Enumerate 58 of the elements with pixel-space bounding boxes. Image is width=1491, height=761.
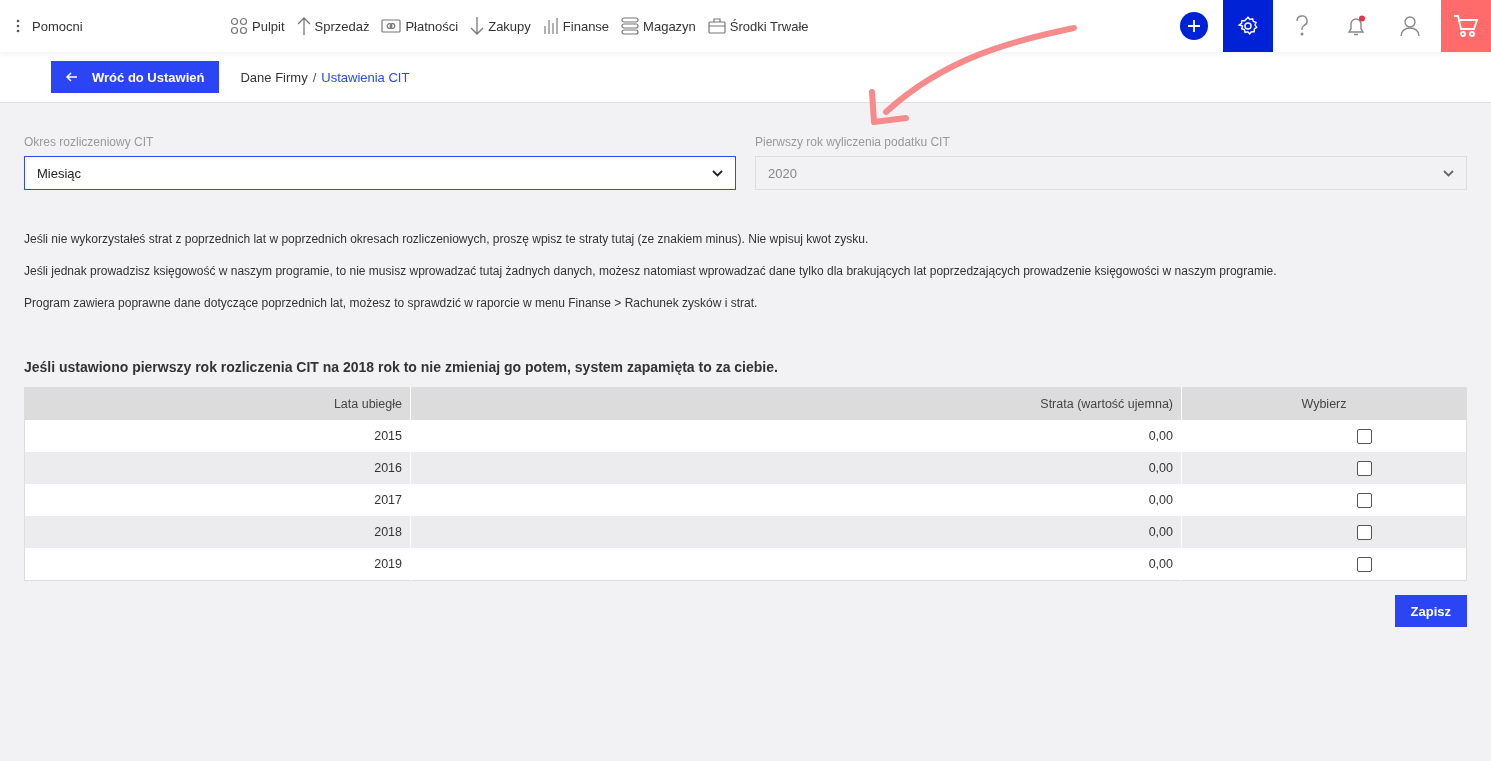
checkbox[interactable] — [1356, 524, 1372, 540]
plus-icon — [1187, 19, 1201, 33]
nav-item[interactable]: Płatności — [381, 18, 459, 34]
info-paragraph: Program zawiera poprawne dane dotyczące poprzednich lat, możesz to sprawdzić w raporcie w menu Finanse > Rachunek zysków i strat. — [24, 295, 759, 311]
nav-item[interactable]: Sprzedaż — [296, 16, 370, 36]
back-button[interactable]: Wróć do Ustawień — [51, 61, 220, 93]
table-cell: 2015 — [24, 420, 411, 452]
field-label: Okres rozliczeniowy CIT — [24, 135, 155, 149]
table-cell: 0,00 — [410, 548, 1182, 581]
arrow-left-icon — [66, 72, 78, 82]
table-heading: Jeśli ustawiono pierwszy rok rozliczenia CIT na 2018 rok to nie zmieniaj go potem, system zapamięta to za ciebie. — [24, 359, 779, 375]
help-icon — [1295, 15, 1309, 37]
menu-icon[interactable] — [16, 19, 20, 33]
arrow-up-icon — [296, 16, 311, 36]
column-header: Lata ubiegłe — [24, 387, 411, 420]
column-header: Strata (wartość ujemna) — [410, 387, 1182, 420]
settings-icon — [1237, 15, 1259, 37]
banknote-icon — [381, 19, 402, 33]
save-button[interactable]: Zapisz — [1394, 595, 1467, 627]
breadcrumb-link[interactable]: Ustawienia CIT — [321, 69, 410, 85]
user-icon — [1400, 16, 1420, 36]
chevron-down-icon — [1443, 169, 1454, 177]
chevron-down-icon — [712, 169, 723, 177]
table-cell: 0,00 — [410, 484, 1182, 516]
settings-button[interactable] — [1223, 0, 1273, 52]
table-cell: 2019 — [24, 548, 411, 581]
table-cell: 0,00 — [410, 452, 1182, 484]
field-label: Pierwszy rok wyliczenia podatku CIT — [755, 135, 951, 149]
checkbox[interactable] — [1356, 492, 1372, 508]
bar-chart-icon — [542, 17, 559, 35]
bell-icon — [1345, 15, 1367, 37]
cart-button[interactable] — [1441, 0, 1491, 52]
stack-icon — [621, 17, 640, 35]
add-button[interactable] — [1180, 12, 1208, 40]
arrow-down-icon — [470, 16, 485, 36]
table-cell: 0,00 — [410, 420, 1182, 452]
nav-item[interactable]: Finanse — [542, 17, 610, 35]
nav-item[interactable]: Zakupy — [470, 16, 531, 36]
column-header: Wybierz — [1181, 387, 1467, 420]
table-cell: 0,00 — [410, 516, 1182, 548]
nav-item[interactable]: Magazyn — [621, 17, 696, 35]
info-paragraph: Jeśli nie wykorzystałeś strat z poprzednich lat w poprzednich okresach rozliczeniowych, proszę wpisz te straty tutaj (ze znakiem minus). Nie wpisuj kwot zysku. — [24, 231, 870, 247]
checkbox[interactable] — [1356, 556, 1372, 572]
table-cell: 2018 — [24, 516, 411, 548]
select-field[interactable]: Miesiąc — [24, 156, 736, 190]
cart-icon — [1453, 14, 1479, 38]
briefcase-icon — [707, 18, 726, 34]
menu-label[interactable]: Pomocni — [32, 18, 83, 34]
breadcrumb-link[interactable]: Dane Firmy — [240, 69, 308, 85]
table-cell: 2017 — [24, 484, 411, 516]
nav-item[interactable]: Środki Trwałe — [707, 18, 809, 34]
checkbox[interactable] — [1356, 428, 1372, 444]
checkbox[interactable] — [1356, 460, 1372, 476]
breadcrumb-separator: / — [312, 69, 317, 85]
circles-icon — [230, 17, 248, 35]
info-paragraph: Jeśli jednak prowadzisz księgowość w naszym programie, to nie musisz wprowadzać tutaj żadnych danych, możesz natomiast wprowadzać dane tylko dla brakujących lat poprzedzających prowadzenie księgowości w naszym programie. — [24, 263, 1278, 279]
nav-item[interactable]: Pulpit — [230, 17, 285, 35]
table-cell: 2016 — [24, 452, 411, 484]
